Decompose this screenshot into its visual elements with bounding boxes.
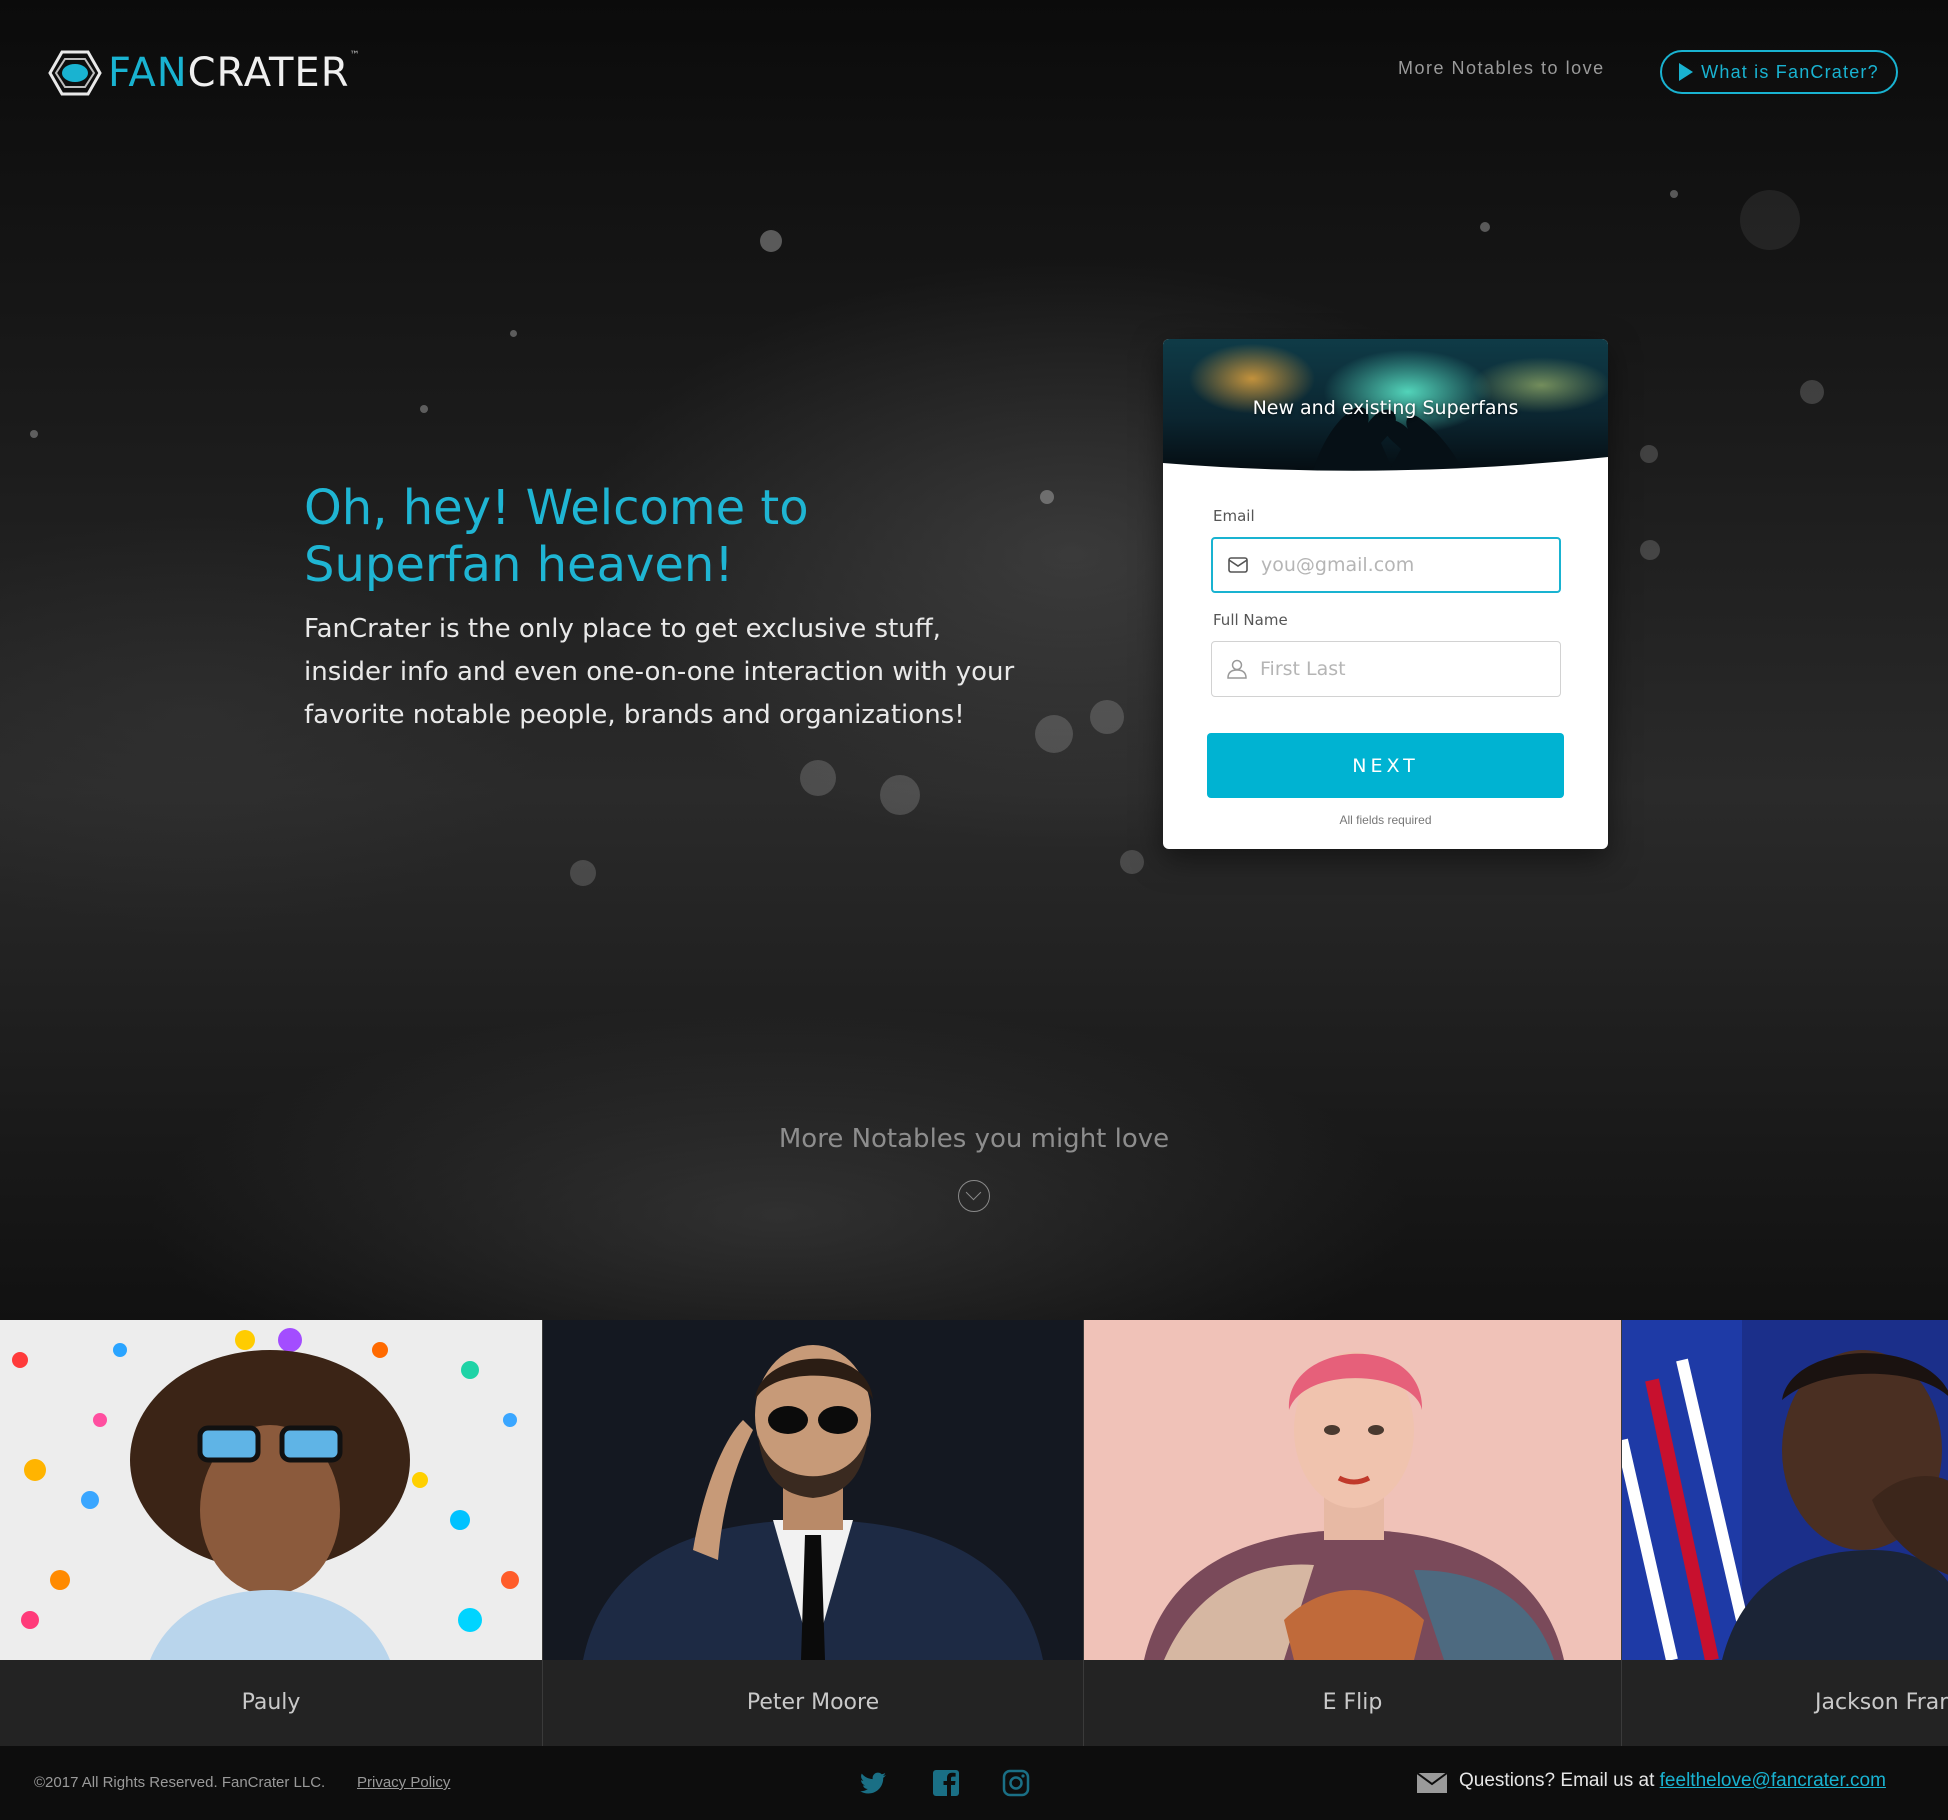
bokeh-dot [30,430,38,438]
logo-trademark: ™ [349,50,361,61]
bokeh-dot [1040,490,1054,504]
notable-photo [1084,1320,1621,1660]
bokeh-dot [880,775,920,815]
bokeh-dot [1090,700,1124,734]
full-name-label: Full Name [1213,611,1288,629]
notable-card[interactable]: Pauly [0,1320,543,1746]
bokeh-dot [1740,190,1800,250]
full-name-field[interactable] [1211,641,1561,697]
required-note: All fields required [1339,813,1432,827]
notable-photo [1622,1320,1948,1660]
notable-card[interactable]: Jackson Fran [1622,1320,1948,1746]
email-field[interactable] [1211,537,1561,593]
next-button[interactable]: NEXT [1207,733,1564,798]
footer: ©2017 All Rights Reserved. FanCrater LLC… [0,1746,1948,1820]
bokeh-dot [800,760,836,796]
fancrater-logo[interactable]: FANCRATER™ [48,48,360,98]
bokeh-dot [420,405,428,413]
copyright-text: ©2017 All Rights Reserved. FanCrater LLC… [34,1774,326,1791]
contact-email-link[interactable]: feelthelove@fancrater.com [1660,1770,1886,1791]
hero-headline: Oh, hey! Welcome to Superfan heaven! [304,480,809,593]
nav-more-notables-link[interactable]: More Notables to love [1398,58,1605,79]
hero-section: FANCRATER™ More Notables to love What is… [0,0,1948,1320]
notable-name: Pauly [0,1660,542,1746]
notable-photo [0,1320,542,1660]
twitter-icon[interactable] [858,1768,888,1798]
instagram-icon[interactable] [1001,1768,1031,1798]
chevron-down-icon[interactable] [958,1180,990,1212]
full-name-input[interactable] [1258,657,1552,681]
what-is-fancrater-label: What is FanCrater? [1701,61,1879,82]
contact-text: Questions? Email us at feelthelove@fancr… [1459,1770,1886,1792]
logo-fan-text: FAN [108,50,188,96]
bokeh-dot [1480,222,1490,232]
notable-card[interactable]: Peter Moore [543,1320,1084,1746]
notable-name: E Flip [1084,1660,1621,1746]
privacy-policy-link[interactable]: Privacy Policy [357,1774,450,1791]
more-notables-heading: More Notables you might love [778,1124,1170,1154]
notable-photo-illustration [1622,1320,1948,1660]
person-icon [1227,659,1247,679]
mail-icon [1416,1772,1448,1793]
play-icon [1679,63,1694,81]
bokeh-dot [760,230,782,252]
email-label: Email [1213,507,1255,525]
logo-wordmark: FANCRATER™ [108,50,360,96]
notable-photo-illustration [583,1345,1043,1660]
card-banner-title: New and existing Superfans [1252,397,1519,419]
bokeh-dot [1800,380,1824,404]
bokeh-dot [1120,850,1144,874]
bokeh-dot [1670,190,1678,198]
notable-photo-illustration [12,1328,519,1660]
notable-card[interactable]: E Flip [1084,1320,1622,1746]
notable-photo-illustration [1144,1352,1564,1660]
signup-card: New and existing Superfans Email Full Na… [1163,339,1608,849]
logo-mark-icon [48,50,102,96]
card-banner-curve [1163,457,1608,481]
notable-name: Peter Moore [543,1660,1083,1746]
bokeh-dot [510,330,517,337]
bokeh-dot [1640,540,1660,560]
hero-subtext: FanCrater is the only place to get exclu… [304,614,1015,730]
notables-row: Pauly Peter Moore E Flip Jackson Fran [0,1320,1948,1746]
envelope-icon [1228,557,1248,573]
notable-name: Jackson Fran [1622,1660,1948,1746]
facebook-icon[interactable] [931,1768,961,1798]
bokeh-dot [570,860,596,886]
email-input[interactable] [1259,553,1553,577]
bokeh-dot [1640,445,1658,463]
bokeh-dot [1035,715,1073,753]
contact-prefix: Questions? Email us at [1459,1770,1660,1791]
notable-photo [543,1320,1083,1660]
logo-crater-text: CRATER [187,50,350,96]
what-is-fancrater-button[interactable]: What is FanCrater? [1660,50,1898,94]
